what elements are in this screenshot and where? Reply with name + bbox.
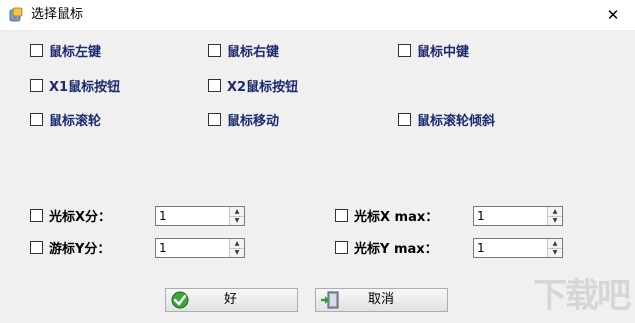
spin-down-icon[interactable]: ▼ (230, 216, 244, 225)
mouse-app-icon (9, 7, 23, 22)
checkbox-cursor-y[interactable]: 游标Y分： (30, 238, 111, 257)
checkbox-box[interactable] (398, 43, 411, 57)
checkbox-box[interactable] (30, 43, 43, 57)
spinner-arrows: ▲ ▼ (229, 207, 244, 225)
checkbox-box[interactable] (208, 78, 221, 92)
checkbox-label: 鼠标移动 (227, 113, 280, 129)
checkbox-x1-button[interactable]: X1鼠标按钮 (30, 76, 121, 95)
cancel-button[interactable]: 取消 (315, 288, 448, 312)
checkbox-box[interactable] (208, 43, 221, 57)
dialog-body: 鼠标左键 鼠标右键 鼠标中键 X1鼠标按钮 X2鼠标按钮 鼠标滚轮 鼠标移动 鼠… (0, 31, 635, 323)
checkbox-cursor-xmax[interactable]: 光标X max： (335, 206, 439, 225)
checkbox-cursor-ymax[interactable]: 光标Y max： (335, 238, 438, 257)
cursor-x-spinner[interactable]: 1 ▲ ▼ (155, 206, 245, 226)
checkbox-box[interactable] (30, 240, 43, 254)
checkbox-box[interactable] (335, 208, 348, 222)
cursor-xmax-label: 光标X max： (354, 209, 439, 225)
cursor-x-value[interactable]: 1 (159, 209, 167, 223)
checkbox-left-button[interactable]: 鼠标左键 (30, 41, 102, 60)
watermark-text: 下载吧 (533, 276, 631, 316)
checkbox-label: X2鼠标按钮 (227, 79, 299, 95)
checkbox-x2-button[interactable]: X2鼠标按钮 (208, 76, 299, 95)
checkbox-label: X1鼠标按钮 (49, 79, 121, 95)
checkbox-box[interactable] (335, 240, 348, 254)
window-title: 选择鼠标 (31, 7, 84, 22)
spin-down-icon[interactable]: ▼ (548, 248, 562, 257)
checkbox-box[interactable] (30, 208, 43, 222)
title-bar: 选择鼠标 ✕ (0, 0, 635, 31)
spin-down-icon[interactable]: ▼ (548, 216, 562, 225)
checkbox-move[interactable]: 鼠标移动 (208, 110, 280, 129)
checkbox-right-button[interactable]: 鼠标右键 (208, 41, 280, 60)
cursor-ymax-spinner[interactable]: 1 ▲ ▼ (473, 238, 563, 258)
cursor-y-spinner[interactable]: 1 ▲ ▼ (155, 238, 245, 258)
cursor-y-label: 游标Y分： (49, 241, 111, 257)
cursor-ymax-value[interactable]: 1 (477, 241, 485, 255)
checkbox-wheel-tilt[interactable]: 鼠标滚轮倾斜 (398, 110, 496, 129)
green-check-icon (171, 291, 189, 309)
exit-door-icon (321, 291, 339, 309)
watermark: 下载吧 (519, 271, 631, 317)
checkbox-wheel[interactable]: 鼠标滚轮 (30, 110, 102, 129)
spinner-arrows: ▲ ▼ (229, 239, 244, 257)
checkbox-label: 鼠标左键 (49, 44, 102, 60)
spinner-arrows: ▲ ▼ (547, 239, 562, 257)
ok-label: 好 (224, 292, 238, 307)
spin-down-icon[interactable]: ▼ (230, 248, 244, 257)
cursor-xmax-spinner[interactable]: 1 ▲ ▼ (473, 206, 563, 226)
cursor-x-label: 光标X分： (49, 209, 112, 225)
checkbox-box[interactable] (30, 112, 43, 126)
spinner-arrows: ▲ ▼ (547, 207, 562, 225)
checkbox-cursor-x[interactable]: 光标X分： (30, 206, 112, 225)
checkbox-label: 鼠标滚轮倾斜 (417, 113, 496, 129)
cursor-y-value[interactable]: 1 (159, 241, 167, 255)
checkbox-label: 鼠标滚轮 (49, 113, 102, 129)
checkbox-middle-button[interactable]: 鼠标中键 (398, 41, 470, 60)
cursor-xmax-value[interactable]: 1 (477, 209, 485, 223)
checkbox-label: 鼠标中键 (417, 44, 470, 60)
checkbox-box[interactable] (208, 112, 221, 126)
checkbox-box[interactable] (398, 112, 411, 126)
checkbox-box[interactable] (30, 78, 43, 92)
ok-button[interactable]: 好 (165, 288, 298, 312)
checkbox-label: 鼠标右键 (227, 44, 280, 60)
cursor-ymax-label: 光标Y max： (354, 241, 438, 257)
cancel-label: 取消 (368, 292, 395, 307)
close-icon[interactable]: ✕ (591, 0, 635, 30)
